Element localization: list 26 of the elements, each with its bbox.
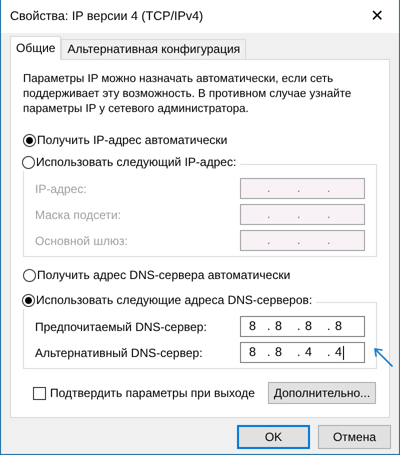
radio-button[interactable] <box>23 134 36 146</box>
radio-label[interactable]: Получить IP-адрес автоматически <box>37 131 228 149</box>
tab[interactable]: Альтернативная конфигурация <box>61 39 246 59</box>
advanced-button[interactable]: Дополнительно... <box>268 382 376 404</box>
radio-button[interactable] <box>22 294 35 306</box>
field-label: IP-адрес: <box>35 180 87 198</box>
dialog-button[interactable]: OK <box>237 425 310 449</box>
window-title: Свойства: IP версии 4 (TCP/IPv4) <box>10 8 204 26</box>
close-button[interactable]: ✕ <box>355 0 399 32</box>
radio-label[interactable]: Использовать следующий IP-адрес: <box>36 153 236 171</box>
dialog-button[interactable]: Отмена <box>318 425 391 449</box>
arrow-icon <box>372 346 394 368</box>
description-text: Параметры IP можно назначать автоматически, если сеть поддерживает эту возможность. В противном случае узнайте параметры IP у сетевого администратора. <box>23 72 352 117</box>
radio-label[interactable]: Получить адрес DNS-сервера автоматически <box>37 266 290 284</box>
ip-address-field[interactable]: 8 . 8 . 8 . 8 <box>240 316 365 337</box>
field-label: Маска подсети: <box>35 206 122 224</box>
checkbox[interactable] <box>33 386 46 400</box>
ip-address-field[interactable]: 8 . 8 . 4 . 4 <box>240 342 365 363</box>
field-label: Предпочитаемый DNS-сервер: <box>35 318 207 336</box>
checkbox-label[interactable]: Подтвердить параметры при выходе <box>50 384 255 402</box>
radio-label[interactable]: Использовать следующие адреса DNS-серверов: <box>36 291 312 309</box>
radio-button[interactable] <box>22 156 35 168</box>
tab[interactable]: Общие <box>10 36 62 60</box>
field-label: Альтернативный DNS-сервер: <box>35 344 203 362</box>
radio-button[interactable] <box>23 268 36 282</box>
field-label: Основной шлюз: <box>35 232 128 250</box>
